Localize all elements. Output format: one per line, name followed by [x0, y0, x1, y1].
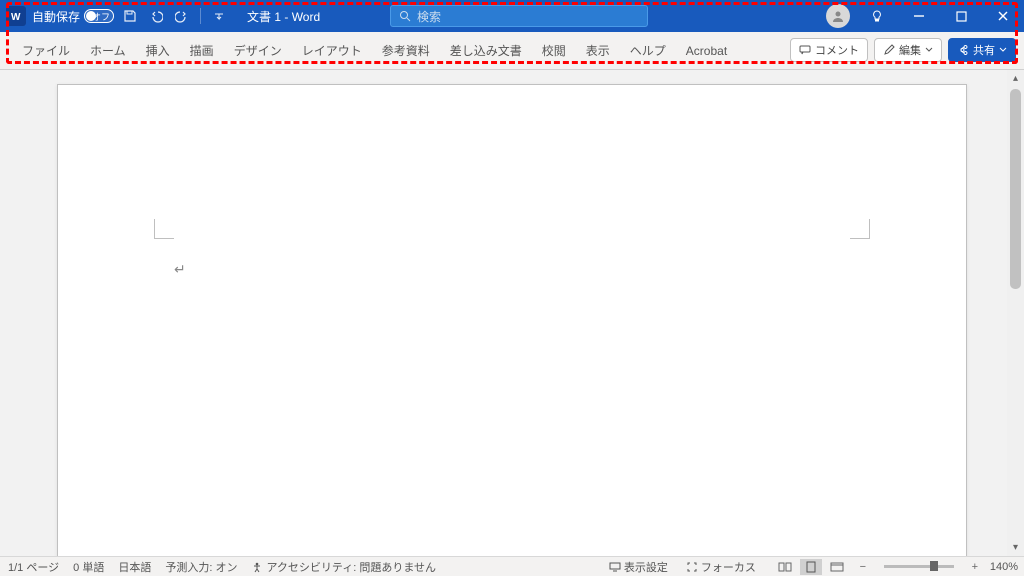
language-status[interactable]: 日本語 [118, 559, 151, 575]
monitor-icon [609, 561, 621, 573]
tab-acrobat[interactable]: Acrobat [676, 32, 737, 69]
status-bar: 1/1 ページ 0 単語 日本語 予測入力: オン アクセシビリティ: 問題あり… [0, 556, 1024, 576]
search-input[interactable]: 検索 [390, 5, 648, 27]
paragraph-mark-icon: ↵ [174, 261, 186, 278]
scroll-down-icon[interactable]: ▾ [1007, 539, 1024, 556]
ribbon-right-controls: コメント 編集 共有 [790, 38, 1016, 62]
close-button[interactable] [982, 0, 1024, 32]
status-right: 表示設定 フォーカス − + 140% [609, 559, 1018, 575]
undo-icon[interactable] [146, 6, 166, 26]
scroll-thumb[interactable] [1010, 89, 1021, 289]
tab-review[interactable]: 校閲 [532, 32, 576, 69]
display-settings-button[interactable]: 表示設定 [609, 559, 668, 575]
accessibility-status[interactable]: アクセシビリティ: 問題ありません [251, 559, 436, 575]
margin-crop-top-left [154, 219, 174, 239]
zoom-level[interactable]: 140% [990, 561, 1018, 573]
zoom-in-button[interactable]: + [964, 559, 986, 575]
zoom-slider-knob[interactable] [930, 561, 938, 571]
help-lightbulb-icon[interactable] [856, 0, 898, 32]
share-button[interactable]: 共有 [948, 38, 1016, 62]
accessibility-icon [251, 561, 263, 573]
document-canvas[interactable]: ↵ [0, 70, 1024, 556]
pencil-icon [883, 44, 895, 56]
focus-icon [686, 561, 698, 573]
tab-file[interactable]: ファイル [12, 32, 80, 69]
scroll-up-icon[interactable]: ▴ [1007, 70, 1024, 87]
margin-crop-top-right [850, 219, 870, 239]
tab-references[interactable]: 参考資料 [372, 32, 440, 69]
web-layout-icon[interactable] [826, 559, 848, 575]
read-mode-icon[interactable] [774, 559, 796, 575]
tab-home[interactable]: ホーム [80, 32, 136, 69]
document-title: 文書 1 - Word [247, 8, 320, 25]
autosave-label: 自動保存 [32, 8, 80, 25]
ime-status[interactable]: 予測入力: オン [165, 559, 237, 575]
page-count[interactable]: 1/1 ページ [8, 559, 59, 575]
title-bar: W 自動保存 オフ 文書 1 - Word 検索 [0, 0, 1024, 32]
qat-customize-icon[interactable] [209, 6, 229, 26]
tab-view[interactable]: 表示 [576, 32, 620, 69]
tab-draw[interactable]: 描画 [180, 32, 224, 69]
search-placeholder: 検索 [417, 8, 441, 25]
zoom-slider[interactable] [884, 565, 954, 568]
focus-mode-button[interactable]: フォーカス [686, 559, 756, 575]
toggle-state: オフ [92, 10, 110, 23]
comment-icon [799, 44, 811, 56]
autosave-toggle[interactable]: 自動保存 オフ [32, 8, 114, 25]
search-icon [399, 10, 411, 22]
tab-insert[interactable]: 挿入 [136, 32, 180, 69]
tab-layout[interactable]: レイアウト [292, 32, 372, 69]
chevron-down-icon [925, 46, 933, 54]
minimize-button[interactable] [898, 0, 940, 32]
tab-help[interactable]: ヘルプ [620, 32, 676, 69]
scroll-track[interactable] [1007, 87, 1024, 539]
vertical-scrollbar[interactable]: ▴ ▾ [1007, 70, 1024, 556]
zoom-out-button[interactable]: − [852, 559, 874, 575]
tab-design[interactable]: デザイン [224, 32, 292, 69]
titlebar-left: W 自動保存 オフ 文書 1 - Word [0, 6, 320, 26]
print-layout-icon[interactable] [800, 559, 822, 575]
share-icon [957, 44, 969, 56]
page[interactable]: ↵ [57, 84, 967, 556]
save-icon[interactable] [120, 6, 140, 26]
svg-text:W: W [11, 12, 21, 22]
toggle-switch[interactable]: オフ [84, 9, 114, 23]
qat-separator [200, 8, 201, 24]
maximize-button[interactable] [940, 0, 982, 32]
ribbon-bar: ファイル ホーム 挿入 描画 デザイン レイアウト 参考資料 差し込み文書 校閲… [0, 32, 1024, 70]
chevron-down-icon [999, 46, 1007, 54]
comments-button[interactable]: コメント [790, 38, 868, 62]
titlebar-right [826, 0, 1024, 32]
word-count[interactable]: 0 単語 [73, 559, 104, 575]
user-avatar[interactable] [826, 4, 850, 28]
word-app-icon: W [6, 6, 26, 26]
tab-mailings[interactable]: 差し込み文書 [440, 32, 532, 69]
redo-icon[interactable] [172, 6, 192, 26]
edit-mode-button[interactable]: 編集 [874, 38, 942, 62]
